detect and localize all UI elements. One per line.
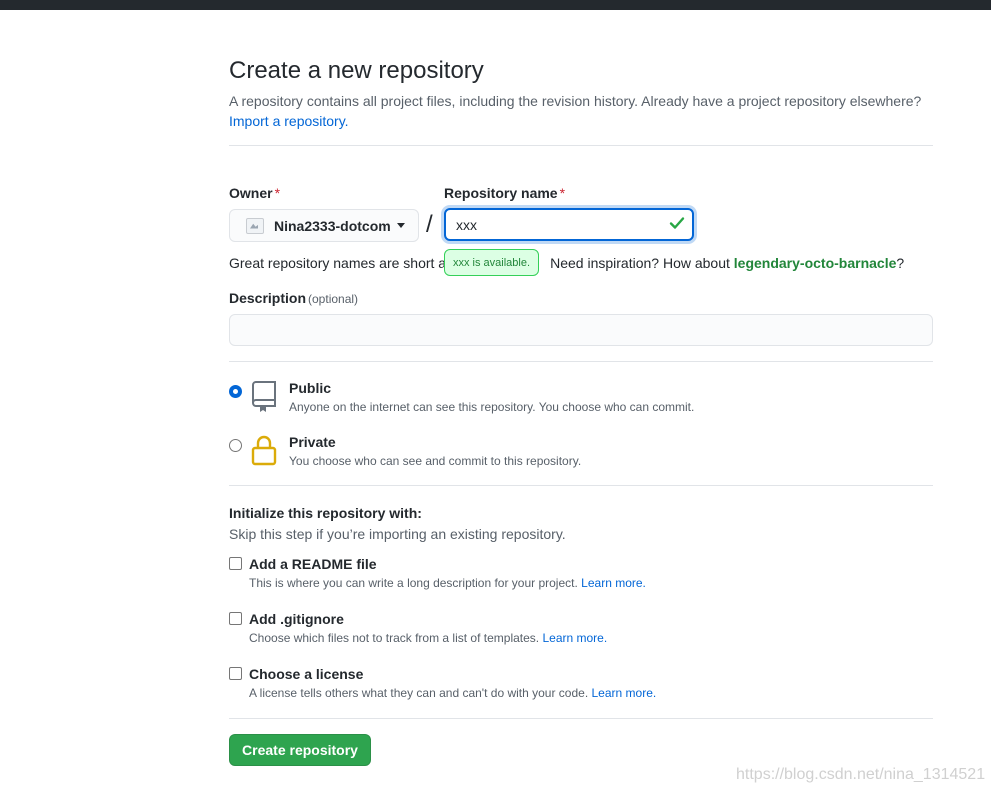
repo-name-hint: Great repository names are short a Need i… — [229, 255, 933, 271]
readme-option-title: Add a README file — [249, 556, 377, 572]
license-option-title: Choose a license — [249, 666, 364, 682]
hint-prefix: Great repository names are short a — [229, 255, 447, 271]
public-radio[interactable] — [229, 385, 242, 398]
create-repository-button[interactable]: Create repository — [229, 734, 371, 766]
repo-name-required-mark: * — [559, 185, 566, 201]
name-suggestion-link[interactable]: legendary-octo-barnacle — [734, 255, 897, 271]
public-option-desc: Anyone on the internet can see this repo… — [289, 400, 695, 414]
repo-name-label-text: Repository name — [444, 185, 558, 201]
owner-value: Nina2333-dotcom — [274, 217, 391, 234]
lock-icon — [251, 435, 277, 466]
chevron-down-icon — [396, 223, 405, 228]
divider — [229, 718, 933, 719]
gitignore-desc-text: Choose which files not to track from a l… — [249, 631, 540, 645]
availability-tooltip: xxx is available. — [444, 249, 540, 276]
gitignore-option-desc: Choose which files not to track from a l… — [249, 631, 607, 645]
repository-name-input[interactable] — [444, 208, 694, 241]
check-icon — [669, 217, 685, 229]
description-input[interactable] — [229, 314, 933, 346]
owner-label-text: Owner — [229, 185, 273, 201]
avatar — [246, 217, 264, 234]
readme-option-desc: This is where you can write a long descr… — [249, 576, 646, 590]
hint-mid: Need inspiration? How about — [550, 255, 730, 271]
gitignore-learn-more-link[interactable]: Learn more. — [542, 631, 607, 645]
public-option-title: Public — [289, 380, 332, 396]
divider — [229, 485, 933, 486]
gitignore-option-title: Add .gitignore — [249, 611, 344, 627]
readme-learn-more-link[interactable]: Learn more. — [581, 576, 646, 590]
description-label: Description (optional) — [229, 290, 358, 306]
license-option-desc: A license tells others what they can and… — [249, 686, 656, 700]
gitignore-checkbox[interactable] — [229, 612, 242, 625]
owner-required-mark: * — [274, 185, 281, 201]
initialize-subtitle: Skip this step if you’re importing an ex… — [229, 526, 566, 542]
hint-suffix: ? — [896, 255, 905, 271]
description-label-text: Description — [229, 290, 307, 306]
private-option-title: Private — [289, 434, 336, 450]
owner-label: Owner * — [229, 185, 280, 201]
owner-repo-separator: / — [426, 211, 433, 238]
repo-name-label: Repository name * — [444, 185, 565, 201]
license-checkbox[interactable] — [229, 667, 242, 680]
subtitle-text: A repository contains all project files,… — [229, 93, 922, 109]
private-radio[interactable] — [229, 439, 242, 452]
private-option-desc: You choose who can see and commit to thi… — [289, 454, 582, 468]
license-desc-text: A license tells others what they can and… — [249, 686, 589, 700]
optional-note: (optional) — [308, 292, 359, 306]
page-title: Create a new repository — [229, 57, 484, 84]
license-learn-more-link[interactable]: Learn more. — [592, 686, 657, 700]
import-repository-link[interactable]: Import a repository. — [229, 113, 349, 129]
readme-desc-text: This is where you can write a long descr… — [249, 576, 578, 590]
page-subtitle: A repository contains all project files,… — [229, 91, 933, 131]
divider — [229, 361, 933, 362]
owner-select[interactable]: Nina2333-dotcom — [229, 209, 419, 242]
divider — [229, 145, 933, 146]
initialize-title: Initialize this repository with: — [229, 505, 422, 521]
readme-checkbox[interactable] — [229, 557, 242, 570]
top-header-bar — [0, 0, 991, 10]
watermark-text: https://blog.csdn.net/nina_1314521 — [736, 766, 986, 783]
repo-icon — [252, 381, 276, 412]
